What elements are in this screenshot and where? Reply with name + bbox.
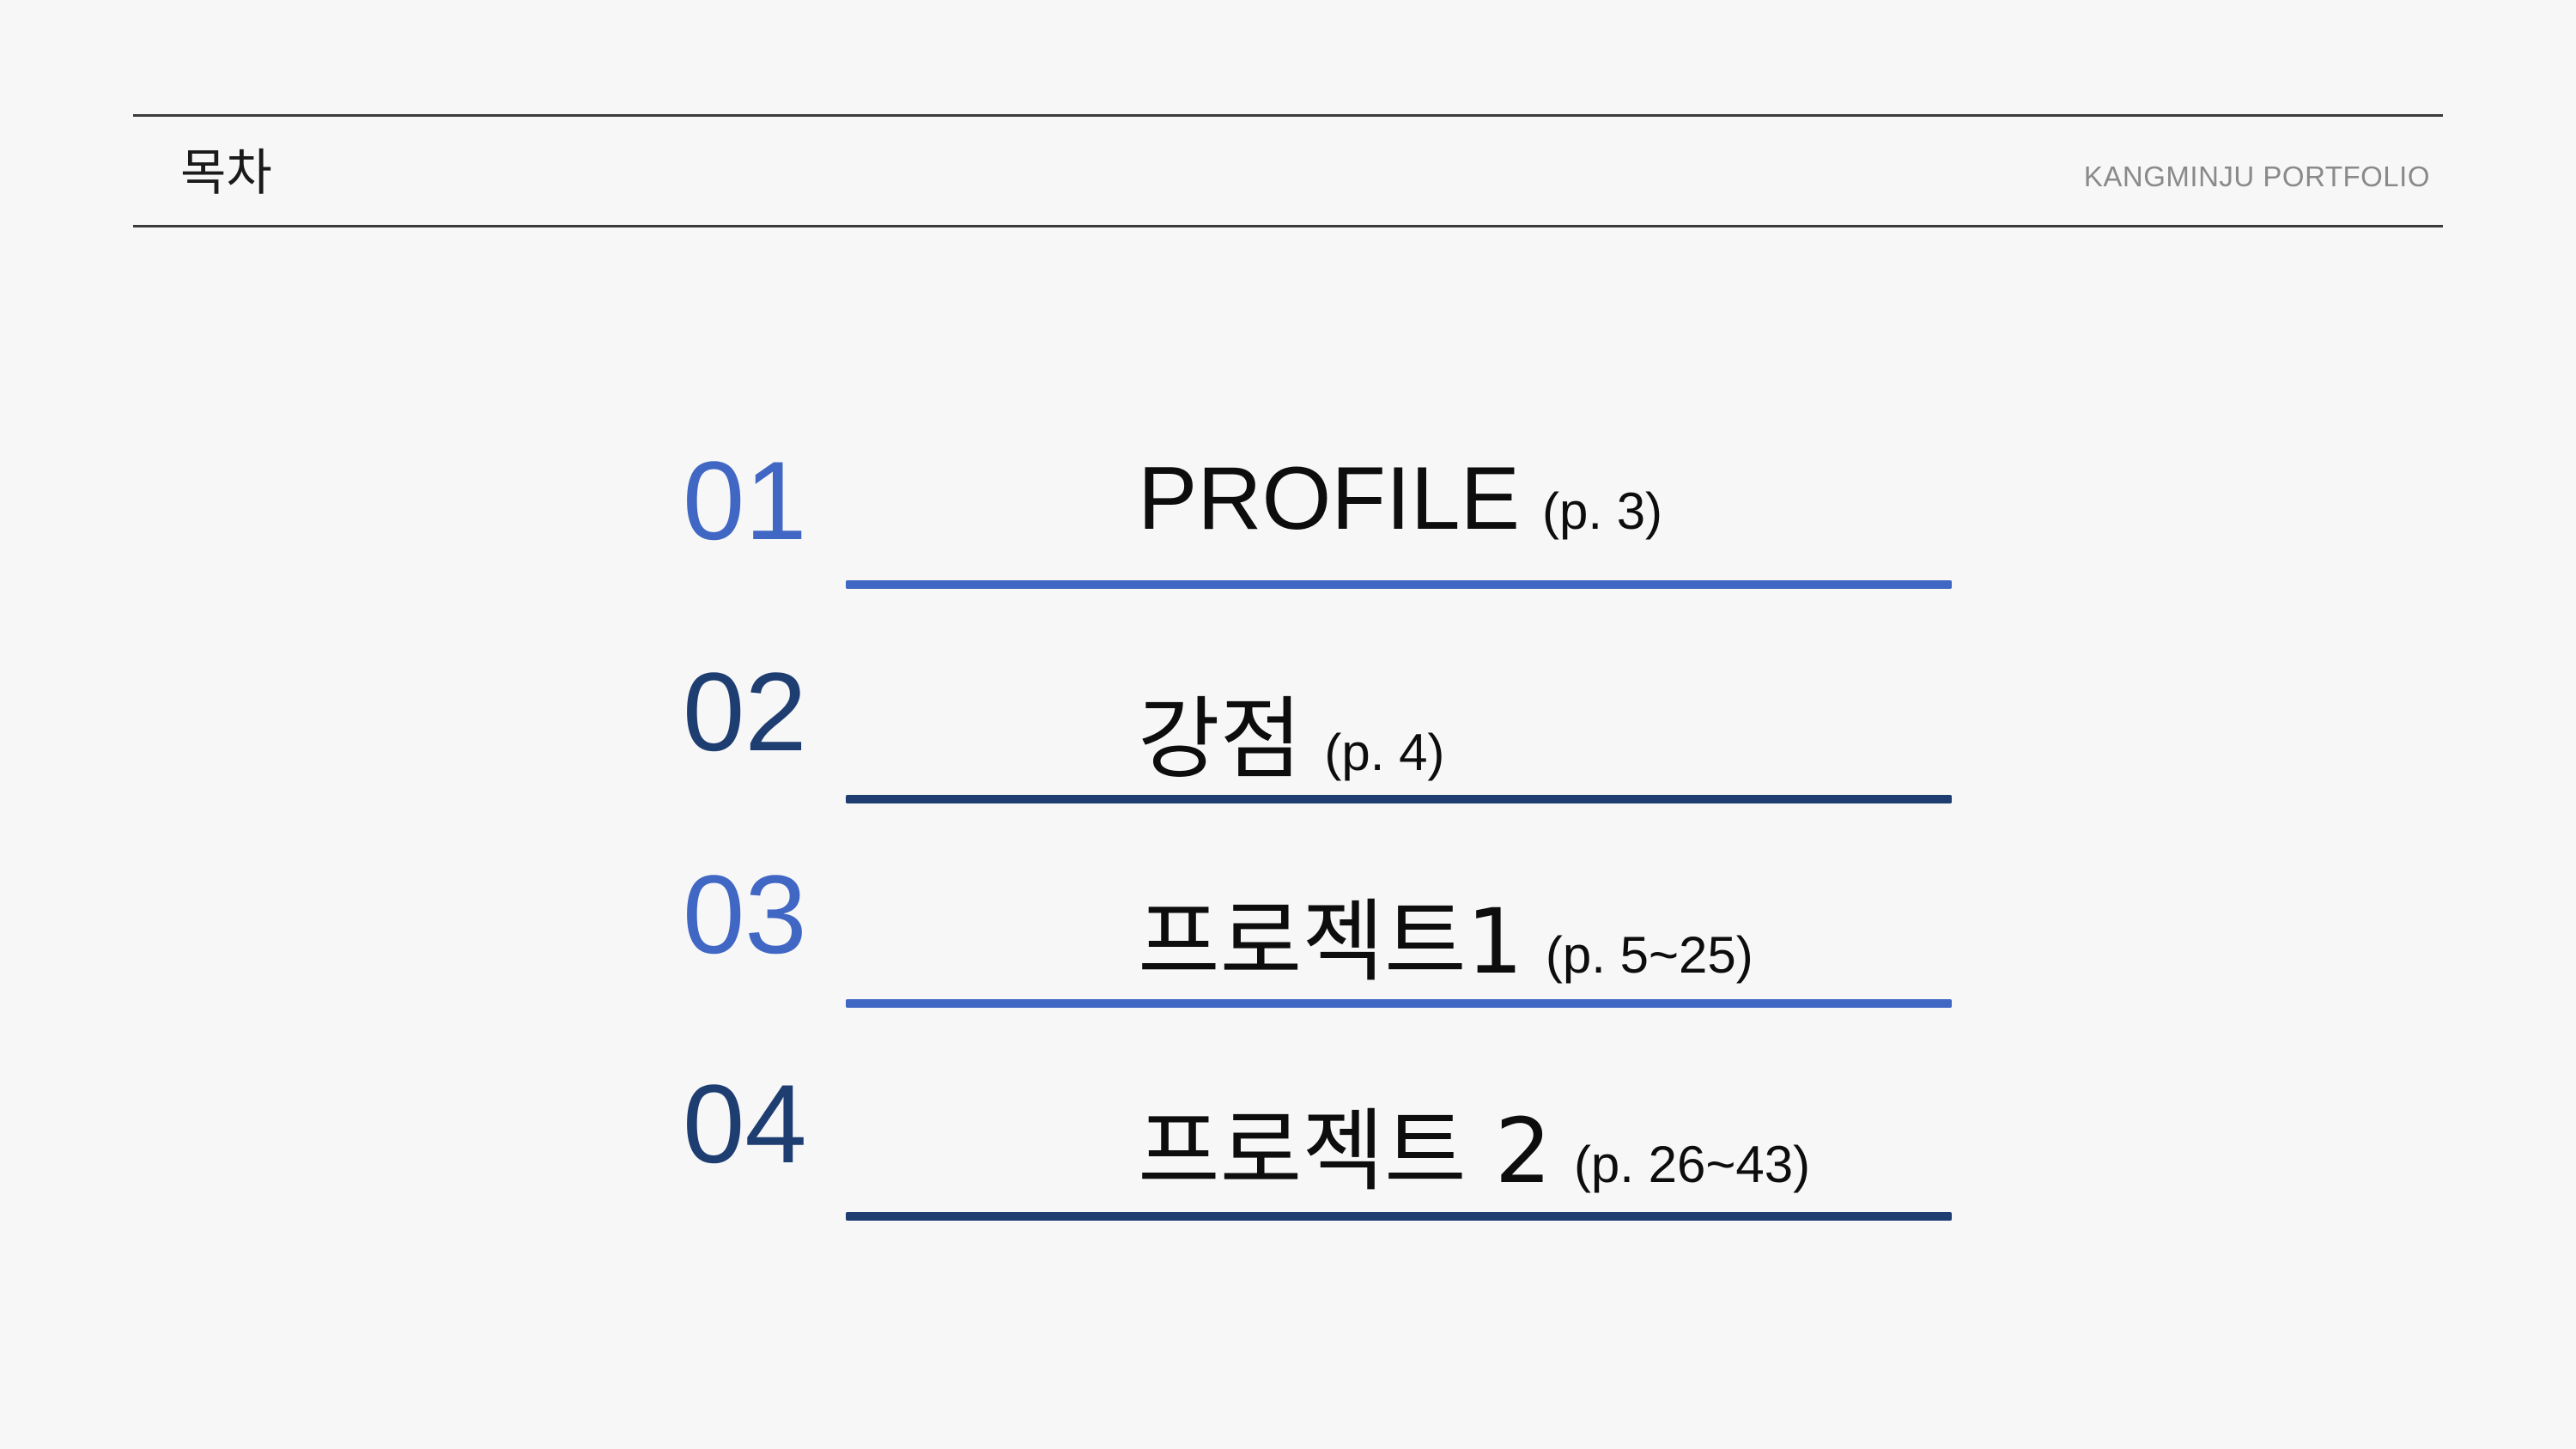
toc-item-title: PROFILE — [1138, 449, 1520, 549]
toc-item-number: 02 — [683, 649, 807, 774]
toc-item-title: 프로젝트1 — [1138, 889, 1523, 994]
toc-item-label: 강점 (p. 4) — [1138, 666, 1444, 796]
toc-item-number: 03 — [683, 852, 807, 977]
toc-item-label: PROFILE (p. 3) — [1138, 448, 1662, 550]
header-bottom-rule — [133, 225, 2443, 227]
toc-item-title: 강점 — [1138, 687, 1303, 791]
toc-item-label: 프로젝트1 (p. 5~25) — [1138, 869, 1753, 998]
toc-item-underline — [846, 1212, 1952, 1221]
toc-item-underline — [846, 580, 1952, 589]
toc-item-label: 프로젝트 2 (p. 26~43) — [1138, 1078, 1810, 1208]
header-top-rule — [133, 114, 2443, 117]
toc-item-pages: (p. 3) — [1542, 482, 1663, 540]
toc-item-title: 프로젝트 2 — [1138, 1099, 1552, 1203]
toc-item-number: 04 — [683, 1061, 807, 1186]
toc-item-pages: (p. 4) — [1324, 724, 1445, 781]
toc-item-underline — [846, 999, 1952, 1008]
toc-item-underline — [846, 795, 1952, 803]
toc-item-number: 01 — [683, 438, 807, 563]
toc-item-pages: (p. 5~25) — [1545, 926, 1753, 984]
brand-label: KANGMINJU PORTFOLIO — [2083, 161, 2430, 192]
page-title: 목차 — [180, 143, 272, 202]
toc-item-pages: (p. 26~43) — [1573, 1136, 1811, 1193]
